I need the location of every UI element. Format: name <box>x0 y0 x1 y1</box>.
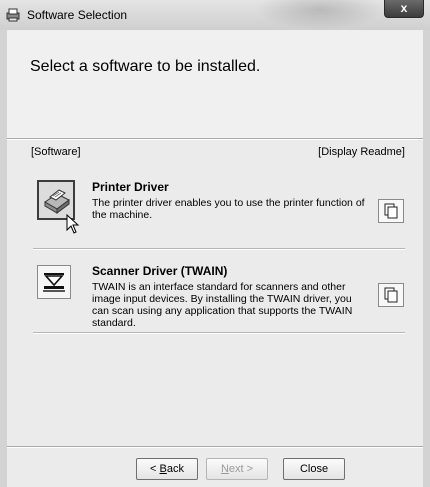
installer-app-icon <box>6 8 20 22</box>
item-separator <box>33 332 405 334</box>
back-button-label: ack <box>166 463 184 475</box>
mouse-cursor-icon <box>66 214 80 234</box>
software-selection-window: Software Selection x Select a software t… <box>0 0 430 487</box>
printer-driver-title: Printer Driver <box>92 180 169 194</box>
footer-divider <box>7 446 423 448</box>
title-bar-decoration <box>255 0 385 30</box>
document-copy-icon <box>384 203 398 219</box>
close-button-label: Close <box>299 463 329 475</box>
page-title: Select a software to be installed. <box>30 58 261 75</box>
header-panel: Select a software to be installed. <box>7 30 423 138</box>
scanner-icon <box>43 273 65 292</box>
printer-driver-description: The printer driver enables you to use th… <box>92 197 365 221</box>
printer-icon <box>44 189 70 214</box>
next-button-label: ext > <box>228 463 254 475</box>
item-separator <box>33 248 405 250</box>
window-frame-left <box>0 30 7 487</box>
software-column-label: [Software] <box>31 146 81 158</box>
readme-column-label: [Display Readme] <box>318 146 405 158</box>
document-copy-icon <box>384 287 398 303</box>
window-close-button[interactable]: x <box>384 0 424 18</box>
close-button[interactable]: Close <box>283 458 345 480</box>
next-button-accesskey: N <box>220 463 229 475</box>
back-button-prefix: < <box>150 463 160 475</box>
header-divider <box>7 138 423 140</box>
scanner-driver-title: Scanner Driver (TWAIN) <box>92 264 228 278</box>
back-button-accesskey: B <box>159 463 167 475</box>
close-icon: x <box>400 1 408 15</box>
scanner-driver-install-button[interactable] <box>37 265 71 299</box>
printer-driver-readme-button[interactable] <box>378 199 404 223</box>
title-bar[interactable]: Software Selection x <box>0 0 430 30</box>
window-frame-right <box>423 30 430 487</box>
scanner-driver-description: TWAIN is an interface standard for scann… <box>92 281 353 329</box>
back-button[interactable]: < Back <box>136 458 198 480</box>
scanner-driver-readme-button[interactable] <box>378 283 404 307</box>
next-button[interactable]: Next > <box>206 458 268 480</box>
window-title: Software Selection <box>27 8 128 22</box>
